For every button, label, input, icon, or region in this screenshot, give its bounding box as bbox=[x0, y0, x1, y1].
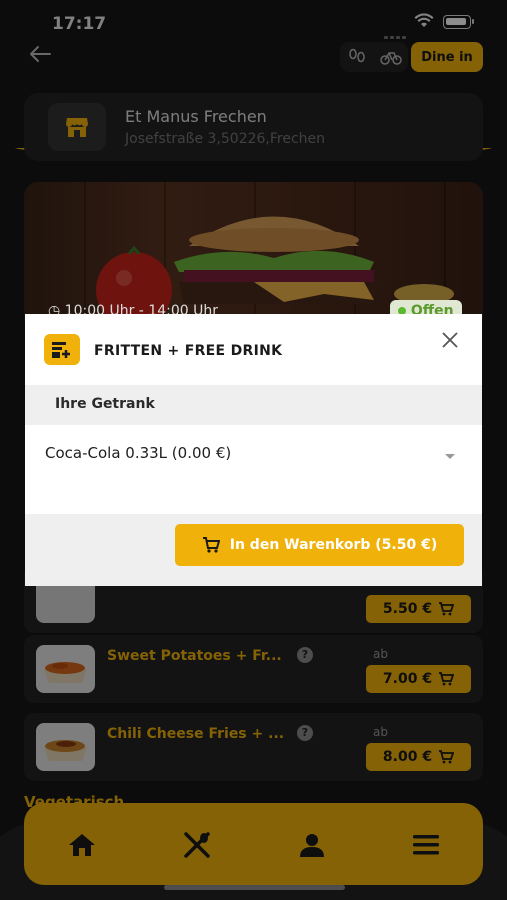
menu-card-icon bbox=[44, 334, 80, 365]
modal-footer: In den Warenkorb (5.50 €) bbox=[25, 514, 482, 586]
option-group-label: Ihre Getrank bbox=[25, 385, 482, 425]
drink-select[interactable]: Coca-Cola 0.33L (0.00 €) bbox=[25, 425, 482, 485]
modal-header: FRITTEN + FREE DRINK bbox=[25, 314, 482, 385]
chevron-down-icon bbox=[445, 454, 455, 459]
app-screen: 17:17 Dine in Et Manus Frechen Josefstra… bbox=[0, 0, 507, 900]
cart-icon bbox=[202, 537, 220, 553]
modal-title: FRITTEN + FREE DRINK bbox=[94, 343, 283, 359]
add-to-cart-button[interactable]: In den Warenkorb (5.50 €) bbox=[175, 524, 464, 566]
product-options-modal: FRITTEN + FREE DRINK Ihre Getrank Coca-C… bbox=[25, 314, 482, 586]
close-icon[interactable] bbox=[439, 331, 461, 353]
selected-drink: Coca-Cola 0.33L (0.00 €) bbox=[45, 444, 232, 462]
